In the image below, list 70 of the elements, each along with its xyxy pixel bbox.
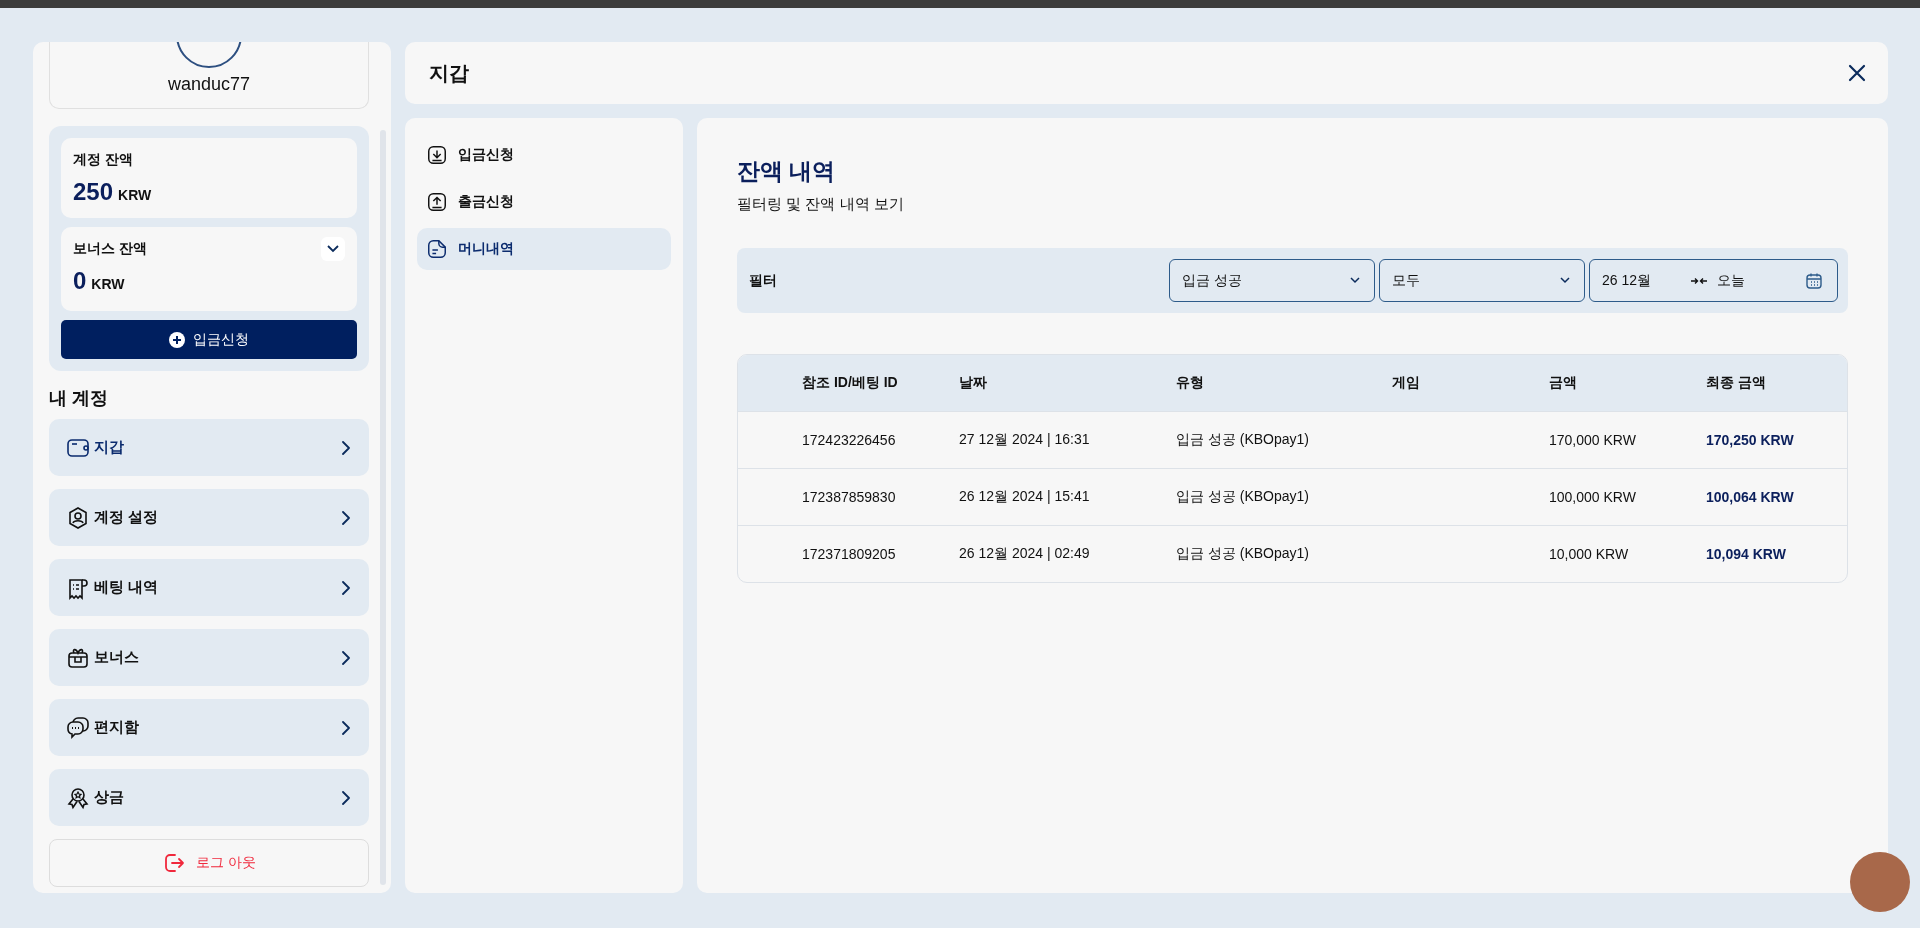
account-menu-item[interactable]: 계정 설정 (49, 489, 369, 546)
plus-circle-icon (169, 331, 185, 348)
column-header: 참조 ID/베팅 ID (802, 374, 899, 392)
account-menu-item[interactable]: 베팅 내역 (49, 559, 369, 616)
expand-button[interactable] (321, 237, 345, 261)
table-cell-text: 26 12월 2024 | 15:41 (959, 488, 1091, 506)
table-cell-text: 172423226456 (802, 432, 897, 448)
table-cell-text: 172387859830 (802, 489, 897, 505)
download-icon (426, 144, 448, 166)
wallet-menu-item[interactable]: 입금신청 (417, 134, 671, 176)
chevron-right-icon (341, 440, 351, 455)
table-cell-text: 10,000 KRW (1549, 546, 1630, 562)
column-header: 게임 (1392, 374, 1421, 392)
table-cell-text: 입금 성공 (KBOpay1) (1176, 488, 1311, 506)
balance-label: 보너스 잔액 (73, 240, 147, 258)
deposit-button[interactable]: 입금신청 (61, 320, 357, 359)
balance-amount: 250 (73, 178, 114, 206)
column-header: 금액 (1549, 374, 1578, 392)
table-cell-text: 입금 성공 (KBOpay1) (1176, 431, 1311, 449)
column-header: 유형 (1176, 374, 1205, 392)
column-header: 최종 금액 (1706, 374, 1767, 392)
section-title: 내 계정 (49, 387, 109, 409)
chevron-down-icon (327, 245, 339, 253)
table-cell-text: 100,000 KRW (1549, 489, 1637, 505)
chevron-right-icon (341, 650, 351, 665)
account-menu-item[interactable]: 보너스 (49, 629, 369, 686)
table-cell-text: 100,064 KRW (1706, 489, 1795, 505)
chevron-right-icon (341, 510, 351, 525)
chevron-right-icon (341, 720, 351, 735)
chevron-right-icon (341, 580, 351, 595)
scope-dropdown[interactable]: 모두 (1379, 259, 1585, 302)
balance-label: 계정 잔액 (73, 151, 133, 169)
table-cell-text: 170,250 KRW (1706, 432, 1795, 448)
calendar-icon (1805, 271, 1823, 290)
document-icon (426, 238, 448, 260)
currency-label: KRW (118, 187, 152, 203)
close-button[interactable] (1848, 64, 1866, 82)
table-cell-text: 10,094 KRW (1706, 546, 1787, 562)
logout-button[interactable]: 로그 아웃 (49, 839, 369, 887)
chevron-down-icon (1560, 277, 1570, 284)
award-ribbon-icon (66, 785, 90, 810)
section-title: 잔액 내역 (737, 157, 837, 186)
wallet-menu-item[interactable]: 출금신청 (417, 181, 671, 223)
date-range-field[interactable]: 26 12월 오늘 (1589, 259, 1838, 302)
table-cell-text: 172371809205 (802, 546, 897, 562)
column-header: 날짜 (959, 374, 988, 392)
currency-label: KRW (91, 276, 125, 292)
wallet-menu-item[interactable]: 머니내역 (417, 228, 671, 270)
upload-icon (426, 191, 448, 213)
account-menu-item[interactable]: 지갑 (49, 419, 369, 476)
table-cell-text: 27 12월 2024 | 16:31 (959, 431, 1091, 449)
logout-icon (162, 851, 187, 875)
balance-amount: 0 (73, 267, 87, 295)
section-subtitle: 필터링 및 잔액 내역 보기 (737, 195, 905, 214)
filter-label: 필터 (749, 271, 778, 290)
chevron-down-icon (1350, 277, 1360, 284)
account-menu-item[interactable]: 상금 (49, 769, 369, 826)
page-title: 지갑 (429, 60, 469, 86)
account-menu-item[interactable]: 편지함 (49, 699, 369, 756)
close-icon (1848, 64, 1866, 82)
type-dropdown[interactable]: 입금 성공 (1169, 259, 1375, 302)
table-cell-text: 170,000 KRW (1549, 432, 1637, 448)
table-cell-text: 26 12월 2024 | 02:49 (959, 545, 1091, 563)
chevron-right-icon (341, 790, 351, 805)
username: wanduc77 (167, 74, 251, 95)
chat-bubbles-icon (66, 715, 90, 740)
table-cell-text: 입금 성공 (KBOpay1) (1176, 545, 1311, 563)
arrows-inward-icon (1691, 276, 1708, 285)
user-shield-icon (66, 505, 90, 530)
photo-placeholder[interactable] (1850, 852, 1910, 912)
